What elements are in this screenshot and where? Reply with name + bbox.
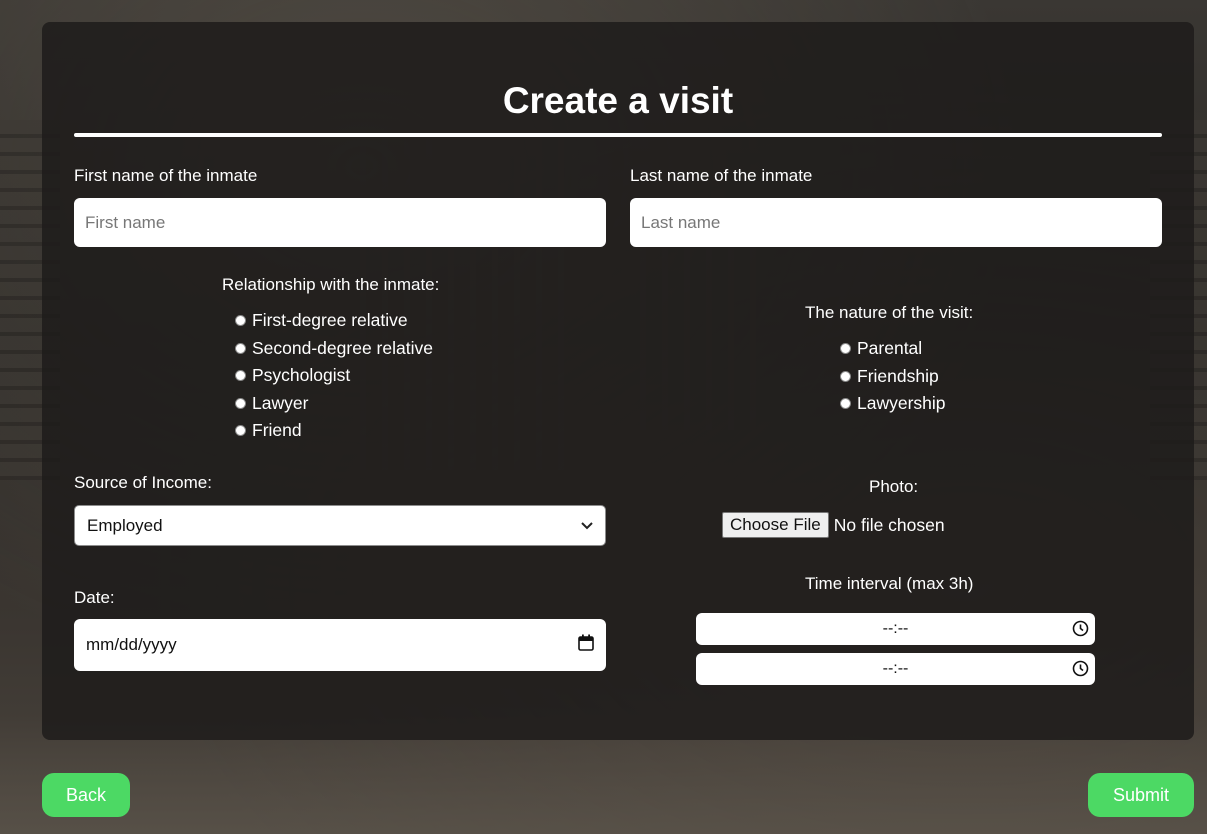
- radio-button[interactable]: [235, 397, 246, 409]
- time-start-input[interactable]: --:--: [696, 613, 1095, 645]
- time-end-input[interactable]: --:--: [696, 653, 1095, 685]
- income-label: Source of Income:: [74, 473, 212, 492]
- radio-label: Psychologist: [252, 365, 351, 386]
- photo-label: Photo:: [869, 477, 919, 496]
- visit-nature-option[interactable]: Friendship: [840, 363, 946, 391]
- relationship-radio-group: First-degree relative Second-degree rela…: [235, 307, 433, 445]
- date-label: Date:: [74, 588, 115, 607]
- radio-button[interactable]: [235, 425, 246, 437]
- calendar-icon[interactable]: [578, 634, 594, 656]
- radio-label: Parental: [857, 338, 923, 359]
- time-end-placeholder: --:--: [882, 660, 909, 677]
- radio-label: Second-degree relative: [252, 337, 433, 358]
- page-title: Create a visit: [502, 80, 734, 121]
- back-button[interactable]: Back: [42, 773, 130, 817]
- radio-button[interactable]: [235, 370, 246, 382]
- radio-button[interactable]: [840, 370, 851, 382]
- radio-button[interactable]: [235, 342, 246, 354]
- radio-button[interactable]: [840, 343, 851, 355]
- radio-label: First-degree relative: [252, 310, 408, 331]
- relationship-option[interactable]: First-degree relative: [235, 307, 433, 335]
- radio-label: Friend: [252, 420, 302, 441]
- relationship-option[interactable]: Psychologist: [235, 362, 433, 390]
- time-start-placeholder: --:--: [882, 620, 909, 637]
- last-name-input[interactable]: [630, 198, 1162, 247]
- radio-label: Friendship: [857, 365, 939, 386]
- submit-button[interactable]: Submit: [1088, 773, 1194, 817]
- relationship-option[interactable]: Lawyer: [235, 390, 433, 418]
- relationship-option[interactable]: Second-degree relative: [235, 335, 433, 363]
- date-placeholder: mm/dd/yyyy: [86, 635, 177, 654]
- radio-button[interactable]: [840, 398, 851, 410]
- title-divider: [74, 133, 1162, 137]
- visit-nature-option[interactable]: Parental: [840, 335, 946, 363]
- choose-file-button[interactable]: Choose File: [722, 512, 829, 538]
- time-interval-label: Time interval (max 3h): [805, 574, 974, 593]
- radio-button[interactable]: [235, 315, 246, 327]
- visit-nature-label: The nature of the visit:: [805, 303, 974, 322]
- first-name-label: First name of the inmate: [74, 166, 258, 185]
- date-input[interactable]: mm/dd/yyyy: [74, 619, 606, 671]
- clock-icon[interactable]: [1072, 620, 1089, 642]
- visit-nature-option[interactable]: Lawyership: [840, 390, 946, 418]
- clock-icon[interactable]: [1072, 660, 1089, 682]
- file-status: No file chosen: [833, 514, 945, 535]
- visit-form-panel: Create a visit First name of the inmate …: [42, 22, 1194, 740]
- first-name-input[interactable]: [74, 198, 606, 247]
- radio-label: Lawyer: [252, 392, 309, 413]
- relationship-label: Relationship with the inmate:: [222, 275, 440, 294]
- radio-label: Lawyership: [857, 393, 946, 414]
- photo-file-input[interactable]: Choose File No file chosen: [722, 512, 945, 538]
- income-selected-value: Employed: [87, 515, 163, 535]
- income-select[interactable]: Employed: [74, 505, 606, 546]
- visit-nature-radio-group: Parental Friendship Lawyership: [840, 335, 946, 418]
- relationship-option[interactable]: Friend: [235, 417, 433, 445]
- chevron-down-icon: [581, 519, 593, 533]
- last-name-label: Last name of the inmate: [630, 166, 813, 185]
